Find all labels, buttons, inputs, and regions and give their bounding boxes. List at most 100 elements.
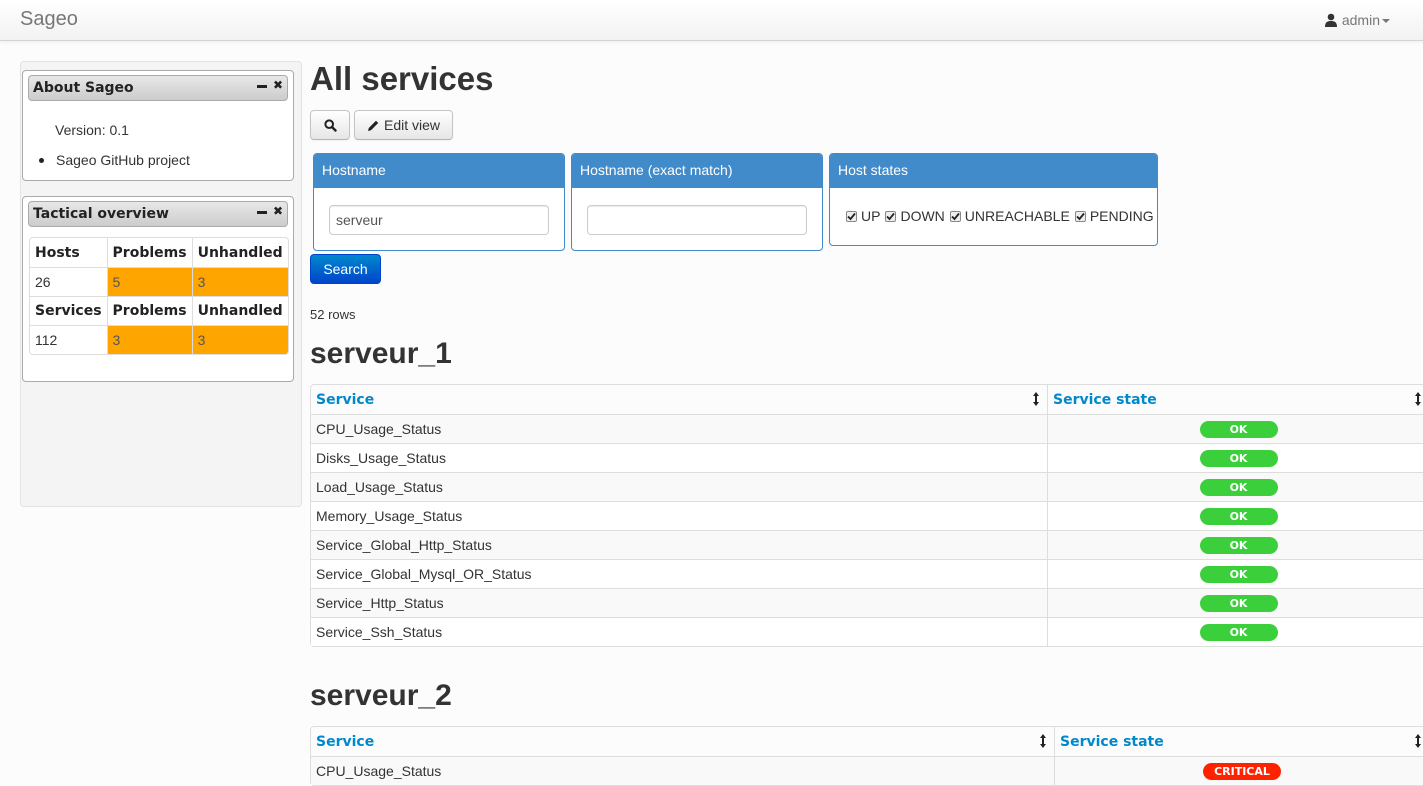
column-header-service-state[interactable]: Service state [1054,727,1423,756]
navbar: Sageo admin [0,0,1423,41]
tactical-widget-title: Tactical overview [33,206,169,222]
tactical-widget-header[interactable]: Tactical overview ✖ [28,201,288,227]
github-project-link[interactable]: Sageo GitHub project [39,152,190,168]
state-pending-checkbox[interactable] [1074,210,1086,222]
status-badge: CRITICAL [1203,763,1281,780]
service-name[interactable]: Memory_Usage_Status [311,501,1047,530]
status-badge: OK [1199,421,1278,438]
checkmark-icon [886,212,896,220]
hosts-total[interactable]: 26 [30,267,107,296]
table-row[interactable]: Service_Ssh_Status OK [311,617,1423,646]
table-row[interactable]: Service_Http_Status OK [311,588,1423,617]
service-name[interactable]: Disks_Usage_Status [311,443,1047,472]
service-name[interactable]: CPU_Usage_Status [311,414,1047,443]
hosts-unhandled-header: Unhandled [191,238,288,267]
sort-icon [1415,734,1421,748]
hostname-filter: Hostname [313,153,565,251]
hosts-problems-header: Problems [106,238,192,267]
host-title: serveur_1 [310,337,452,370]
column-header-service-state-label: Service state [1053,391,1157,408]
close-icon[interactable]: ✖ [273,79,283,91]
row-count: 52 rows [310,307,356,322]
close-icon[interactable]: ✖ [273,205,283,217]
user-name: admin [1341,12,1380,28]
status-badge: OK [1199,595,1278,612]
edit-view-button[interactable]: Edit view [354,110,453,140]
table-row[interactable]: Service_Global_Mysql_OR_Status OK [311,559,1423,588]
hostname-input[interactable] [329,205,549,235]
brand-logo[interactable]: Sageo [20,8,78,31]
hosts-unhandled[interactable]: 3 [191,267,288,296]
service-name[interactable]: CPU_Usage_Status [311,756,1054,785]
hostname-exact-filter-label: Hostname (exact match) [572,154,822,188]
host-states-filter-label: Host states [830,154,1157,188]
hosts-values-row: 26 5 3 [30,267,288,296]
table-row[interactable]: CPU_Usage_Status OK [311,414,1423,443]
hostname-filter-label: Hostname [314,154,564,188]
about-version: Version: 0.1 [55,122,129,138]
checkmark-icon [847,212,856,220]
services-problems[interactable]: 3 [106,325,192,354]
services-total[interactable]: 112 [30,325,107,354]
state-down-checkbox[interactable] [885,210,897,222]
about-widget: About Sageo ✖ Version: 0.1 Sageo GitHub … [22,70,294,181]
page-title: All services [310,60,494,97]
search-icon [323,118,337,132]
column-header-service-state[interactable]: Service state [1047,385,1423,414]
service-name[interactable]: Service_Http_Status [311,588,1047,617]
table-row[interactable]: Load_Usage_Status OK [311,472,1423,501]
services-problems-header: Problems [106,296,192,325]
services-unhandled[interactable]: 3 [191,325,288,354]
status-badge: OK [1199,566,1278,583]
host-states-filter: Host states UP DOWN UNREACHABLE PENDING [829,153,1158,246]
service-name[interactable]: Service_Global_Http_Status [311,530,1047,559]
tactical-overview-table: Hosts Problems Unhandled 26 5 3 Services… [29,237,289,355]
hostname-exact-input[interactable] [587,205,807,235]
service-name[interactable]: Load_Usage_Status [311,472,1047,501]
sort-icon [1033,392,1039,406]
status-badge: OK [1199,479,1278,496]
status-badge: OK [1199,537,1278,554]
column-header-service[interactable]: Service [311,727,1054,756]
search-button[interactable]: Search [310,254,381,284]
host-states-options: UP DOWN UNREACHABLE PENDING [846,208,1157,224]
state-up-label: UP [861,208,881,224]
sidebar: About Sageo ✖ Version: 0.1 Sageo GitHub … [20,61,302,507]
edit-view-label: Edit view [383,117,441,133]
table-row[interactable]: CPU_Usage_Status CRITICAL [311,756,1423,785]
services-header-row: Services Problems Unhandled [30,296,288,325]
host-title: serveur_2 [310,679,452,712]
table-row[interactable]: Disks_Usage_Status OK [311,443,1423,472]
state-pending-label: PENDING [1089,208,1154,224]
hosts-problems[interactable]: 5 [106,267,192,296]
toggle-search-button[interactable] [310,110,350,140]
sort-icon [1040,734,1046,748]
status-badge: OK [1199,624,1278,641]
user-menu-dropdown[interactable]: admin [1324,12,1390,28]
hosts-header-row: Hosts Problems Unhandled [30,238,288,267]
state-unreachable-label: UNREACHABLE [964,208,1070,224]
state-unreachable-checkbox[interactable] [949,210,961,222]
github-project-link-label: Sageo GitHub project [56,152,190,168]
hosts-header: Hosts [35,244,80,261]
services-header: Services [30,296,107,325]
table-row[interactable]: Memory_Usage_Status OK [311,501,1423,530]
tactical-overview-widget: Tactical overview ✖ Hosts Problems Unhan… [22,196,294,382]
column-header-service[interactable]: Service [311,385,1047,414]
table-header-row: Service Service state [311,727,1423,756]
service-name[interactable]: Service_Ssh_Status [311,617,1047,646]
hostname-exact-filter: Hostname (exact match) [571,153,823,251]
service-name[interactable]: Service_Global_Mysql_OR_Status [311,559,1047,588]
services-values-row: 112 3 3 [30,325,288,354]
table-row[interactable]: Service_Global_Http_Status OK [311,530,1423,559]
services-table: Service Service state CPU_Usage_Status OK… [310,384,1423,647]
services-table: Service Service state CPU_Usage_Status CR… [310,726,1423,786]
minimize-icon[interactable] [256,84,267,88]
column-header-service-label: Service [316,733,375,750]
about-widget-header[interactable]: About Sageo ✖ [28,75,288,101]
checkmark-icon [1076,212,1085,220]
checkmark-icon [951,212,960,220]
minimize-icon[interactable] [256,210,267,214]
state-up-checkbox[interactable] [846,210,857,222]
user-icon [1324,13,1337,27]
